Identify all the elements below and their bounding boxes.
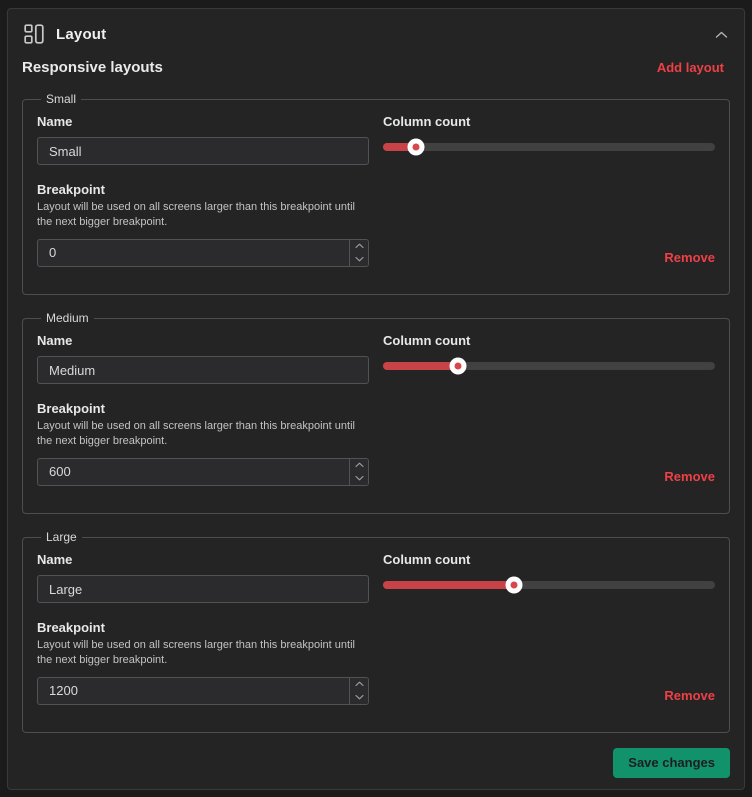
breakpoint-input[interactable]: 1200 bbox=[37, 677, 369, 705]
spin-down-button[interactable] bbox=[350, 691, 368, 704]
breakpoint-value: 0 bbox=[38, 240, 349, 266]
breakpoint-input[interactable]: 0 bbox=[37, 239, 369, 267]
name-column: Name Breakpoint Layout will be used on a… bbox=[37, 114, 369, 267]
responsive-layouts-header: Responsive layouts Add layout bbox=[22, 59, 730, 76]
column-count-column: Column count bbox=[383, 552, 715, 705]
slider-fill bbox=[383, 362, 458, 370]
layout-box-medium: Medium Name Breakpoint Layout will be us… bbox=[22, 311, 730, 514]
save-changes-button[interactable]: Save changes bbox=[613, 748, 730, 778]
layout-legend: Large bbox=[41, 530, 82, 544]
name-column: Name Breakpoint Layout will be used on a… bbox=[37, 333, 369, 486]
remove-layout-button[interactable]: Remove bbox=[664, 469, 715, 484]
layout-legend: Medium bbox=[41, 311, 94, 325]
add-layout-button[interactable]: Add layout bbox=[657, 60, 724, 75]
slider-thumb[interactable] bbox=[408, 139, 425, 156]
name-input[interactable] bbox=[37, 137, 369, 165]
slider-thumb[interactable] bbox=[450, 358, 467, 375]
spin-down-button[interactable] bbox=[350, 472, 368, 485]
breakpoint-label: Breakpoint bbox=[37, 620, 369, 635]
column-count-label: Column count bbox=[383, 333, 715, 348]
layout-icon bbox=[24, 24, 44, 44]
name-input[interactable] bbox=[37, 575, 369, 603]
number-spinner bbox=[349, 678, 368, 704]
slider-thumb[interactable] bbox=[506, 577, 523, 594]
column-count-slider[interactable] bbox=[383, 581, 715, 589]
name-label: Name bbox=[37, 114, 369, 129]
column-count-label: Column count bbox=[383, 114, 715, 129]
number-spinner bbox=[349, 459, 368, 485]
spin-up-button[interactable] bbox=[350, 240, 368, 253]
name-input[interactable] bbox=[37, 356, 369, 384]
column-count-slider[interactable] bbox=[383, 143, 715, 151]
name-label: Name bbox=[37, 333, 369, 348]
number-spinner bbox=[349, 240, 368, 266]
spin-up-button[interactable] bbox=[350, 459, 368, 472]
breakpoint-help-text: Layout will be used on all screens large… bbox=[37, 200, 369, 230]
breakpoint-value: 1200 bbox=[38, 678, 349, 704]
column-count-slider[interactable] bbox=[383, 362, 715, 370]
panel-header: Layout bbox=[22, 21, 730, 47]
spin-down-button[interactable] bbox=[350, 253, 368, 266]
slider-fill bbox=[383, 581, 514, 589]
section-title: Responsive layouts bbox=[22, 59, 163, 76]
name-column: Name Breakpoint Layout will be used on a… bbox=[37, 552, 369, 705]
panel-title: Layout bbox=[56, 26, 106, 43]
remove-layout-button[interactable]: Remove bbox=[664, 688, 715, 703]
column-count-label: Column count bbox=[383, 552, 715, 567]
layout-legend: Small bbox=[41, 92, 81, 106]
breakpoint-input[interactable]: 600 bbox=[37, 458, 369, 486]
breakpoint-label: Breakpoint bbox=[37, 182, 369, 197]
layout-box-small: Small Name Breakpoint Layout will be use… bbox=[22, 92, 730, 295]
name-label: Name bbox=[37, 552, 369, 567]
breakpoint-label: Breakpoint bbox=[37, 401, 369, 416]
chevron-up-icon bbox=[715, 27, 728, 42]
layout-box-large: Large Name Breakpoint Layout will be use… bbox=[22, 530, 730, 733]
breakpoint-value: 600 bbox=[38, 459, 349, 485]
breakpoint-help-text: Layout will be used on all screens large… bbox=[37, 638, 369, 668]
column-count-column: Column count bbox=[383, 333, 715, 486]
collapse-panel-button[interactable] bbox=[713, 25, 730, 44]
breakpoint-help-text: Layout will be used on all screens large… bbox=[37, 419, 369, 449]
layout-settings-panel: Layout Responsive layouts Add layout Sma… bbox=[7, 8, 745, 790]
remove-layout-button[interactable]: Remove bbox=[664, 250, 715, 265]
column-count-column: Column count bbox=[383, 114, 715, 267]
spin-up-button[interactable] bbox=[350, 678, 368, 691]
